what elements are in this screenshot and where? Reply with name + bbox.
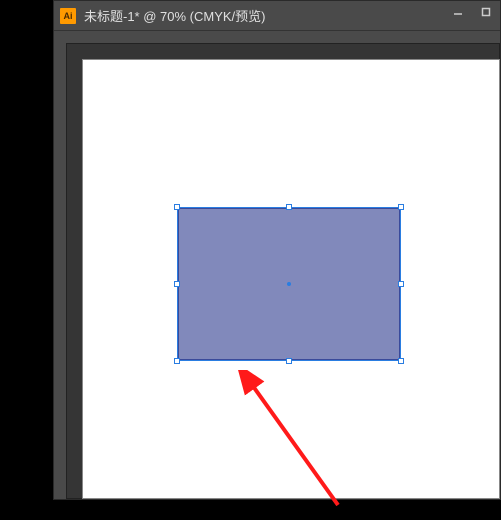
rectangle-shape[interactable]	[178, 208, 400, 360]
annotation-arrow-icon	[238, 370, 358, 520]
minimize-button[interactable]	[444, 1, 472, 23]
document-window: Ai 未标题-1* @ 70% (CMYK/预览)	[53, 0, 501, 500]
workspace-area	[66, 43, 500, 499]
document-title: 未标题-1* @ 70% (CMYK/预览)	[84, 6, 494, 25]
illustrator-app-icon: Ai	[60, 8, 76, 24]
maximize-button[interactable]	[472, 1, 500, 23]
title-bar[interactable]: Ai 未标题-1* @ 70% (CMYK/预览)	[54, 1, 500, 31]
window-controls	[444, 1, 500, 23]
artboard[interactable]	[83, 60, 499, 498]
